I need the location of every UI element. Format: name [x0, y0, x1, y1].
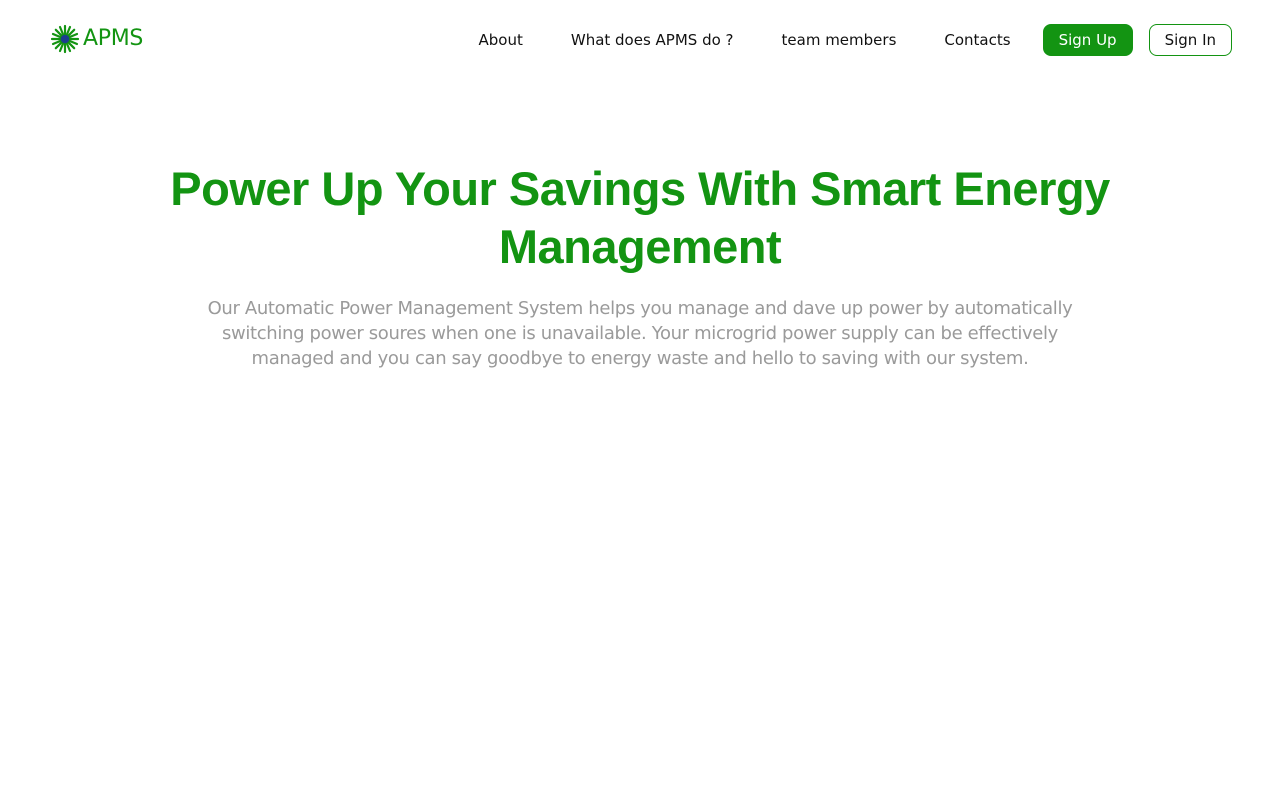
- nav-link-team-members[interactable]: team members: [782, 24, 897, 56]
- sign-up-button[interactable]: Sign Up: [1042, 24, 1133, 56]
- nav-link-about[interactable]: About: [479, 24, 523, 56]
- site-header: APMS About What does APMS do ? team memb…: [0, 0, 1280, 80]
- nav-link-contacts[interactable]: Contacts: [944, 24, 1010, 56]
- sign-in-button[interactable]: Sign In: [1148, 24, 1232, 56]
- hero-title: Power Up Your Savings With Smart Energy …: [170, 162, 1110, 273]
- nav-link-what-apms-does[interactable]: What does APMS do ?: [571, 24, 734, 56]
- hero-section: Power Up Your Savings With Smart Energy …: [0, 160, 1280, 371]
- starburst-icon: [50, 24, 80, 54]
- main-nav: About What does APMS do ? team members C…: [479, 24, 1232, 56]
- brand-name: APMS: [83, 26, 144, 51]
- hero-description: Our Automatic Power Management System he…: [207, 298, 1073, 369]
- brand-logo-link[interactable]: APMS: [50, 22, 143, 56]
- landing-page: APMS About What does APMS do ? team memb…: [0, 0, 1280, 800]
